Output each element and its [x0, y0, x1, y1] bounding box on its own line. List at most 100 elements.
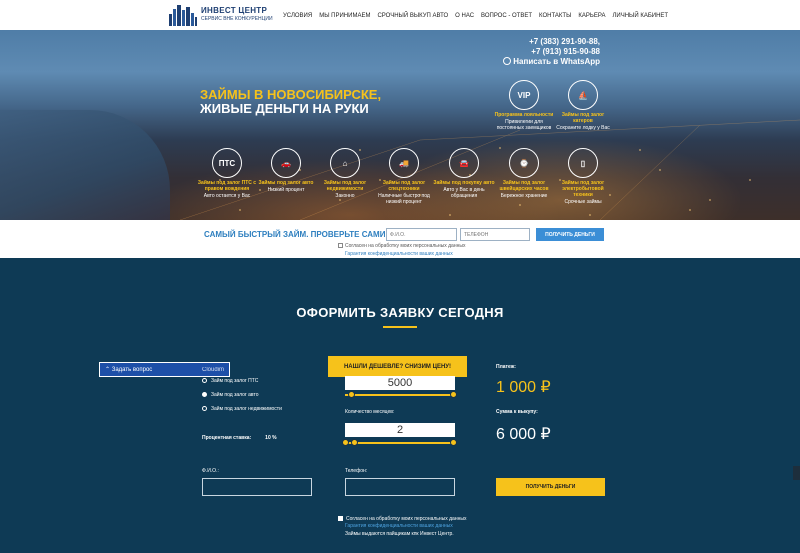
city-skyline-icon: [169, 5, 197, 26]
quick-loan-form: САМЫЙ БЫСТРЫЙ ЗАЙМ. ПРОВЕРЬТЕ САМИ! ПОЛУ…: [0, 220, 800, 258]
whatsapp-label: Написать в WhatsApp: [513, 57, 600, 66]
months-slider-end: [450, 439, 457, 446]
nav-conditions[interactable]: УСЛОВИЯ: [283, 13, 312, 19]
option-label: Займ под залог ПТС: [211, 378, 259, 384]
logo-title: ИНВЕСТ ЦЕНТР: [201, 6, 268, 15]
pts-icon: ПТС: [212, 148, 242, 178]
service-desc: Авто у Вас в день обращения: [443, 187, 485, 199]
service-vip[interactable]: VIP Программа лояльности Привилегии для …: [493, 80, 555, 131]
service-realty[interactable]: ⌂ Займы под залог недвижимости Законно: [314, 148, 376, 199]
sailboat-icon: ⛵: [568, 80, 598, 110]
service-desc: Срочные займы: [564, 199, 602, 205]
ask-widget-brand: Cloudim: [201, 366, 224, 373]
service-desc: Авто остается у Вас: [203, 193, 251, 199]
months-slider-handle[interactable]: [350, 439, 358, 446]
option-realty[interactable]: Займ под залог недвижимости: [202, 406, 282, 412]
rate-label: Процентная ставка:: [202, 435, 252, 441]
application-title: ОФОРМИТЬ ЗАЯВКУ СЕГОДНЯ: [296, 305, 504, 320]
ask-question-label: Задать вопрос: [111, 367, 153, 373]
nav-about[interactable]: О НАС: [455, 13, 474, 19]
logo[interactable]: ИНВЕСТ ЦЕНТР СЕРВИС ВНЕ КОНКУРЕНЦИИ: [168, 4, 273, 26]
amount-slider-handle[interactable]: [347, 391, 355, 398]
payment-label: Платеж:: [496, 364, 516, 370]
tow-truck-icon: 🚚: [389, 148, 419, 178]
consent-checkbox[interactable]: [338, 243, 343, 248]
side-tab[interactable]: [793, 466, 800, 480]
months-slider-start: [342, 439, 349, 446]
vip-icon: VIP: [509, 80, 539, 110]
service-desc: Законно: [335, 193, 355, 199]
option-label: Займ под залог авто: [211, 392, 259, 398]
application-section: ОФОРМИТЬ ЗАЯВКУ СЕГОДНЯ ⌃ Задать вопрос …: [0, 258, 800, 553]
get-money-button[interactable]: ПОЛУЧИТЬ ДЕНЬГИ: [496, 478, 605, 496]
option-pts[interactable]: Займ под залог ПТС: [202, 378, 258, 384]
legal-note: Займы выдаются пайщикам кпк Инвест Центр…: [345, 531, 454, 537]
nav-career[interactable]: КАРЬЕРА: [578, 13, 605, 19]
service-pts[interactable]: ПТС Займы под залог ПТС с правом вождени…: [196, 148, 258, 199]
phone-input[interactable]: [345, 478, 455, 496]
service-title: Займы под залог недвижимости: [323, 180, 367, 192]
option-label: Займ под залог недвижимости: [211, 406, 282, 412]
main-nav: УСЛОВИЯ МЫ ПРИНИМАЕМ СРОЧНЫЙ ВЫКУП АВТО …: [283, 13, 675, 19]
amount-slider-end: [450, 391, 457, 398]
quick-form-title: САМЫЙ БЫСТРЫЙ ЗАЙМ. ПРОВЕРЬТЕ САМИ!: [204, 230, 389, 239]
quick-privacy-link[interactable]: Гарантия конфиденциальности ваших данных: [345, 251, 453, 257]
total-value: 6 000 ₽: [496, 426, 551, 443]
amount-slider-track[interactable]: [345, 394, 455, 396]
car-front-icon: 🚘: [449, 148, 479, 178]
service-title: Программа лояльности: [494, 112, 554, 118]
service-desc: Низкий процент: [267, 187, 305, 193]
consent-label: Согласен на обработку моих персональных …: [346, 516, 467, 522]
house-icon: ⌂: [330, 148, 360, 178]
service-boats[interactable]: ⛵ Займы под залог катеров Сохраните лодк…: [552, 80, 614, 131]
total-label: Сумма к выкупу:: [496, 409, 538, 415]
nav-we-accept[interactable]: МЫ ПРИНИМАЕМ: [319, 13, 370, 19]
months-value[interactable]: 2: [345, 423, 455, 437]
months-slider-track[interactable]: [345, 442, 455, 444]
amount-value[interactable]: 5000: [345, 376, 455, 390]
service-car-purchase[interactable]: 🚘 Займы под покупку авто Авто у Вас в де…: [433, 148, 495, 199]
service-car[interactable]: 🚗 Займы под залог авто Низкий процент: [255, 148, 317, 193]
service-machinery[interactable]: 🚚 Займы под залог спецтехники Наличные б…: [373, 148, 435, 205]
quick-phone-input[interactable]: [460, 228, 530, 241]
watch-icon: ⌚: [509, 148, 539, 178]
privacy-link[interactable]: Гарантия конфиденциальности ваших данных: [345, 523, 453, 529]
service-title: Займы под залог электробытовой техники: [561, 180, 605, 198]
consent[interactable]: Согласен на обработку моих персональных …: [338, 516, 466, 522]
radio-button[interactable]: [202, 378, 207, 383]
service-title: Займы под залог авто: [258, 180, 314, 186]
site-header: ИНВЕСТ ЦЕНТР СЕРВИС ВНЕ КОНКУРЕНЦИИ УСЛО…: [0, 0, 800, 30]
ask-question-widget[interactable]: ⌃ Задать вопрос Cloudim: [99, 362, 230, 377]
phone-1[interactable]: +7 (383) 291-90-88,: [503, 37, 600, 47]
logo-subtitle: СЕРВИС ВНЕ КОНКУРЕНЦИИ: [201, 16, 273, 22]
quick-consent-label: Согласен на обработку моих персональных …: [345, 243, 466, 249]
consent-checkbox[interactable]: [338, 516, 343, 521]
nav-faq[interactable]: ВОПРОС - ОТВЕТ: [481, 13, 532, 19]
quick-get-money-button[interactable]: ПОЛУЧИТЬ ДЕНЬГИ: [536, 228, 604, 241]
nav-account[interactable]: ЛИЧНЫЙ КАБИНЕТ: [612, 13, 668, 19]
hero-title: ЗАЙМЫ В НОВОСИБИРСКЕ, ЖИВЫЕ ДЕНЬГИ НА РУ…: [200, 88, 381, 116]
service-desc: Бережное хранение: [500, 193, 548, 199]
whatsapp-link[interactable]: Написать в WhatsApp: [503, 57, 600, 67]
nav-car-buyout[interactable]: СРОЧНЫЙ ВЫКУП АВТО: [377, 13, 448, 19]
service-electronics[interactable]: ▯ Займы под залог электробытовой техники…: [552, 148, 614, 205]
radio-button-selected[interactable]: [202, 392, 207, 397]
quick-name-input[interactable]: [386, 228, 457, 241]
fio-label: Ф.И.О.:: [202, 468, 219, 474]
quick-consent[interactable]: Согласен на обработку моих персональных …: [338, 243, 465, 249]
radio-button[interactable]: [202, 406, 207, 411]
service-title: Займы под залог катеров: [561, 112, 605, 124]
service-desc: Привилегии для постоянных заемщиков: [496, 119, 552, 131]
nav-contacts[interactable]: КОНТАКТЫ: [539, 13, 571, 19]
service-title: Займы под залог ПТС с правом вождения: [197, 180, 257, 192]
phone-icon: ▯: [568, 148, 598, 178]
service-watches[interactable]: ⌚ Займы под залог швейцарских часов Бере…: [493, 148, 555, 199]
contacts-block: +7 (383) 291-90-88, +7 (913) 915-90-88 Н…: [503, 37, 600, 67]
fio-input[interactable]: [202, 478, 312, 496]
title-underline: [383, 326, 417, 328]
cheaper-banner[interactable]: НАШЛИ ДЕШЕВЛЕ? СНИЗИМ ЦЕНУ!: [328, 356, 467, 377]
phone-2[interactable]: +7 (913) 915-90-88: [503, 47, 600, 57]
service-title: Займы под залог швейцарских часов: [499, 180, 549, 192]
option-car[interactable]: Займ под залог авто: [202, 392, 259, 398]
chevron-up-icon: ⌃: [105, 367, 111, 373]
